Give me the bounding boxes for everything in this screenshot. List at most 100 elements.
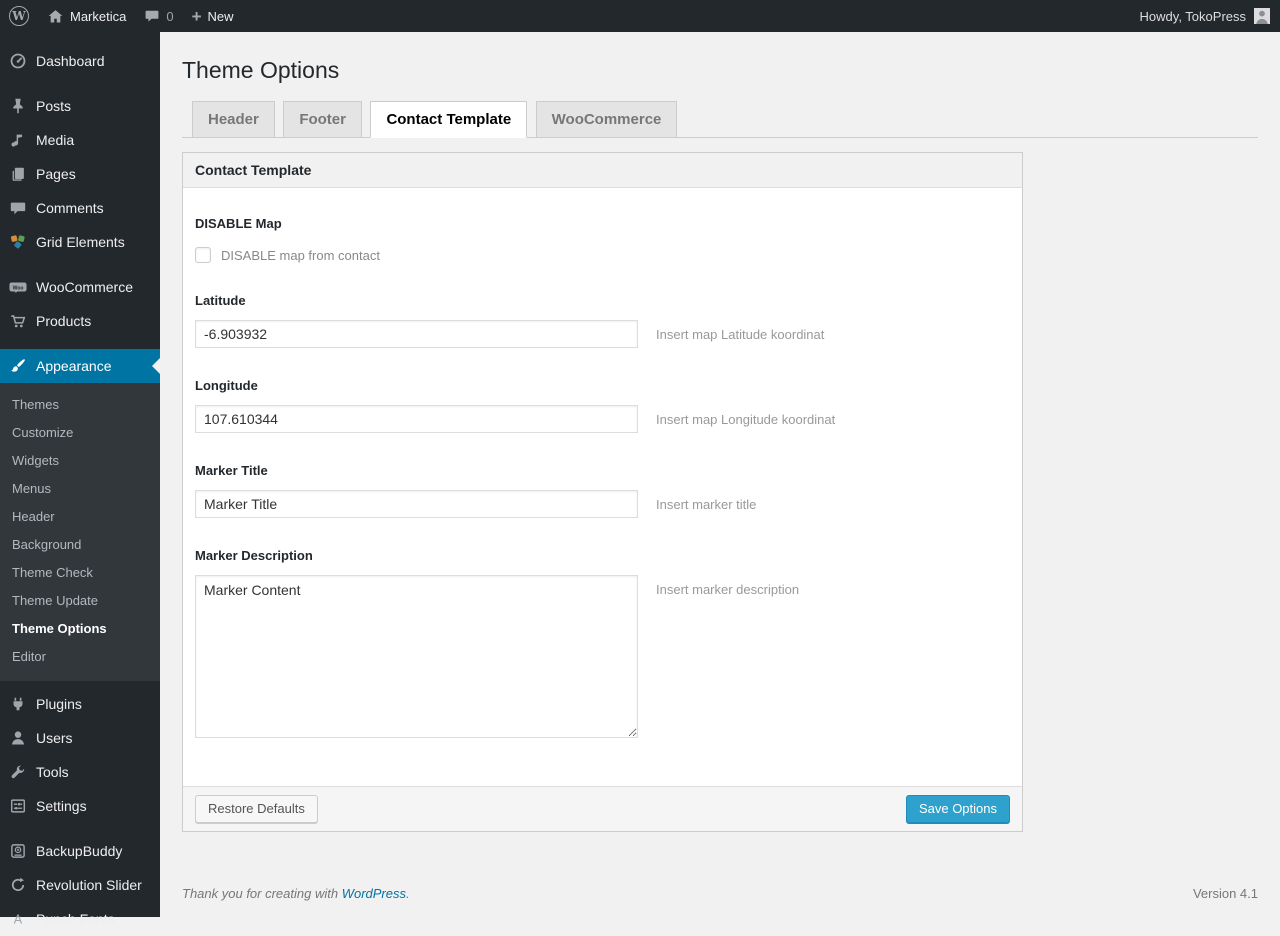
panel-title: Contact Template [183, 153, 1022, 188]
sidebar-label: Users [36, 730, 73, 746]
field-disable-map: DISABLE Map DISABLE map from contact [195, 216, 1010, 263]
sidebar-item-plugins[interactable]: Plugins [0, 687, 160, 721]
field-marker-title: Marker Title Insert marker title [195, 463, 1010, 518]
submenu-item-editor[interactable]: Editor [0, 643, 160, 671]
submenu-item-widgets[interactable]: Widgets [0, 447, 160, 475]
field-longitude: Longitude Insert map Longitude koordinat [195, 378, 1010, 433]
save-options-button[interactable]: Save Options [905, 795, 1010, 823]
appearance-submenu: Themes Customize Widgets Menus Header Ba… [0, 383, 160, 681]
marker-title-input[interactable] [195, 490, 638, 518]
contact-template-panel: Contact Template DISABLE Map DISABLE map… [182, 152, 1023, 832]
tools-icon [8, 762, 28, 782]
sidebar-label: Plugins [36, 696, 82, 712]
field-label: DISABLE Map [195, 216, 282, 231]
version-text: Version 4.1 [1192, 886, 1258, 901]
sidebar-label: Products [36, 313, 92, 329]
comment-count: 0 [166, 8, 174, 24]
sidebar-item-media[interactable]: Media [0, 123, 160, 157]
field-label: Longitude [195, 378, 258, 393]
sidebar-item-posts[interactable]: Posts [0, 89, 160, 123]
plugin-icon [8, 694, 28, 714]
submenu-item-themes[interactable]: Themes [0, 391, 160, 419]
field-hint: Insert map Longitude koordinat [656, 412, 836, 427]
sidebar-item-woocommerce[interactable]: Woo WooCommerce [0, 270, 160, 304]
sidebar-item-users[interactable]: Users [0, 721, 160, 755]
site-name: Marketica [70, 8, 127, 24]
submenu-item-theme-check[interactable]: Theme Check [0, 559, 160, 587]
user-avatar [1254, 8, 1270, 24]
sidebar-item-comments[interactable]: Comments [0, 191, 160, 225]
footer-thanks-text: Thank you for creating with WordPress. [182, 886, 410, 901]
sidebar-item-products[interactable]: Products [0, 304, 160, 338]
media-icon [8, 130, 28, 150]
sidebar-label: Pages [36, 166, 76, 182]
svg-text:A: A [14, 913, 23, 927]
wp-logo-menu[interactable]: W [0, 0, 38, 32]
longitude-input[interactable] [195, 405, 638, 433]
page-title: Theme Options [182, 57, 340, 83]
comments-menu[interactable]: 0 [135, 0, 182, 32]
page-footer: Thank you for creating with WordPress. V… [182, 886, 1258, 901]
new-content-menu[interactable]: + New [183, 0, 243, 32]
my-account-menu[interactable]: Howdy, TokoPress [1131, 0, 1270, 32]
restore-defaults-button[interactable]: Restore Defaults [195, 795, 318, 823]
submenu-item-customize[interactable]: Customize [0, 419, 160, 447]
thanks-suffix: . [406, 886, 410, 901]
submenu-item-theme-options[interactable]: Theme Options [0, 615, 160, 643]
disable-map-checkbox[interactable] [195, 247, 211, 263]
sidebar-item-appearance[interactable]: Appearance [0, 349, 160, 383]
sidebar-label: Appearance [36, 358, 112, 374]
sidebar-label: Grid Elements [36, 234, 125, 250]
tab-header[interactable]: Header [192, 101, 275, 138]
site-menu[interactable]: Marketica [38, 0, 135, 32]
tab-woocommerce[interactable]: WooCommerce [535, 101, 678, 138]
sidebar-label: Revolution Slider [36, 877, 142, 893]
appearance-brush-icon [8, 356, 28, 376]
sidebar-label: Punch Fonts [36, 911, 115, 927]
latitude-input[interactable] [195, 320, 638, 348]
panel-footer: Restore Defaults Save Options [183, 786, 1022, 831]
submenu-item-header[interactable]: Header [0, 503, 160, 531]
home-icon [47, 8, 64, 25]
refresh-icon [8, 875, 28, 895]
submenu-item-background[interactable]: Background [0, 531, 160, 559]
submenu-item-theme-update[interactable]: Theme Update [0, 587, 160, 615]
plus-icon: + [191, 6, 202, 26]
admin-bar: W Marketica 0 + New Howdy, TokoPress [0, 0, 1280, 32]
wordpress-logo-icon: W [9, 6, 29, 26]
howdy-text: Howdy, TokoPress [1139, 8, 1246, 24]
sidebar-item-pages[interactable]: Pages [0, 157, 160, 191]
field-label: Latitude [195, 293, 246, 308]
tab-footer[interactable]: Footer [283, 101, 362, 138]
sidebar-item-revolution-slider[interactable]: Revolution Slider [0, 868, 160, 902]
sidebar-item-grid-elements[interactable]: Grid Elements [0, 225, 160, 259]
submenu-item-menus[interactable]: Menus [0, 475, 160, 503]
field-latitude: Latitude Insert map Latitude koordinat [195, 293, 1010, 348]
sidebar-item-dashboard[interactable]: Dashboard [0, 44, 160, 78]
woocommerce-icon: Woo [8, 277, 28, 297]
settings-icon [8, 796, 28, 816]
sidebar-label: Dashboard [36, 53, 105, 69]
pages-icon [8, 164, 28, 184]
sidebar-label: Posts [36, 98, 72, 114]
new-label: New [207, 8, 234, 24]
letter-a-icon: A [8, 909, 28, 929]
comment-bubble-icon [144, 8, 160, 24]
sidebar-label: WooCommerce [36, 279, 133, 295]
checkbox-label: DISABLE map from contact [221, 247, 380, 263]
sidebar-label: Media [36, 132, 75, 148]
main-content: Theme Options Header Footer Contact Temp… [160, 32, 1280, 917]
wordpress-link[interactable]: WordPress [342, 886, 406, 901]
users-icon [8, 728, 28, 748]
sidebar-item-backupbuddy[interactable]: BackupBuddy [0, 834, 160, 868]
sidebar-item-settings[interactable]: Settings [0, 789, 160, 823]
sidebar-item-punch-fonts[interactable]: A Punch Fonts [0, 902, 160, 936]
tab-contact-template[interactable]: Contact Template [370, 101, 528, 138]
sidebar-item-tools[interactable]: Tools [0, 755, 160, 789]
pin-icon [8, 96, 28, 116]
marker-description-textarea[interactable]: Marker Content [195, 575, 638, 738]
tab-bar: Header Footer Contact Template WooCommer… [182, 101, 1258, 138]
field-hint: Insert marker title [656, 497, 757, 512]
field-hint: Insert marker description [656, 582, 800, 597]
field-label: Marker Title [195, 463, 268, 478]
